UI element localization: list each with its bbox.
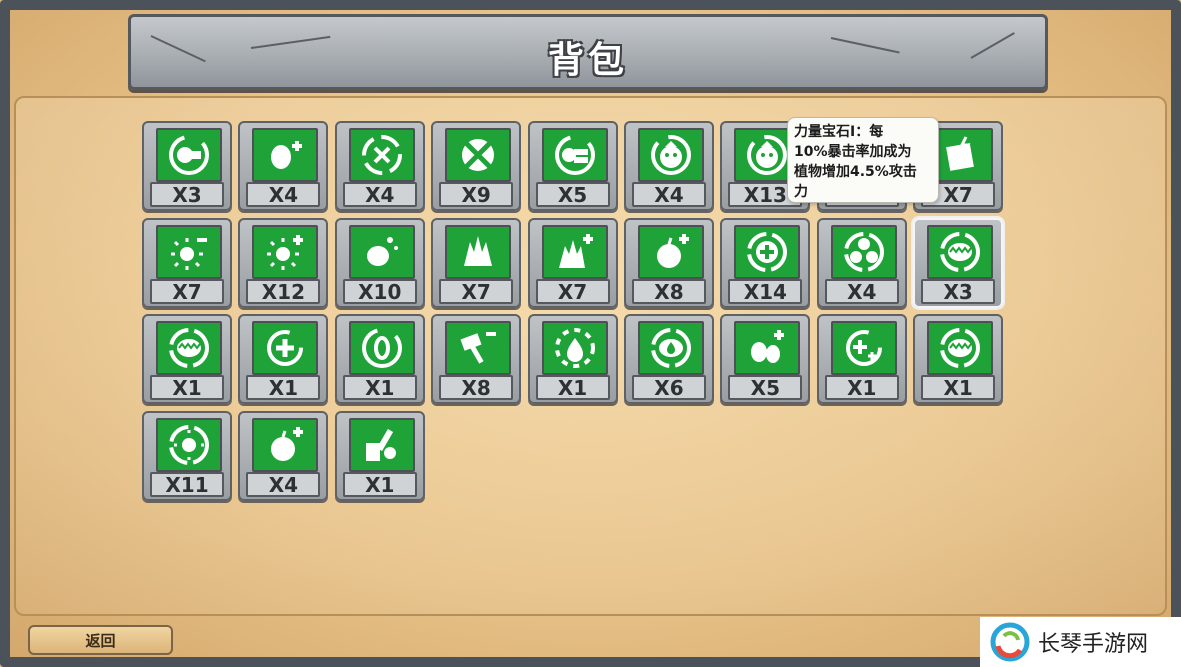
egg-plus-icon bbox=[252, 128, 319, 182]
inventory-slot[interactable]: X1 bbox=[816, 314, 907, 404]
item-count: X3 bbox=[150, 182, 224, 207]
fire-spikes-icon bbox=[445, 224, 512, 279]
inventory-slot[interactable]: X1 bbox=[334, 410, 425, 501]
item-count: X4 bbox=[631, 182, 706, 207]
tooltip-line: 植物增加4.5%攻击 bbox=[794, 164, 917, 180]
inventory-slot[interactable]: X9 bbox=[431, 121, 522, 211]
tooltip-line: 力量宝石I：每 bbox=[794, 124, 884, 140]
item-count: X10 bbox=[342, 278, 417, 304]
eggs-plus-icon bbox=[734, 321, 801, 375]
sun-minus-icon bbox=[156, 224, 222, 279]
inventory-slot[interactable]: X10 bbox=[334, 217, 425, 308]
inventory-slot[interactable]: X1 bbox=[142, 314, 232, 404]
item-count: X1 bbox=[150, 375, 224, 400]
item-count: X5 bbox=[535, 182, 610, 207]
item-count: X8 bbox=[439, 375, 514, 400]
crosshair-ring-icon bbox=[348, 128, 415, 182]
item-count: X1 bbox=[921, 375, 996, 400]
chomper-drop-icon bbox=[637, 321, 704, 375]
inventory-slot[interactable]: X3 bbox=[913, 217, 1004, 308]
inventory-slot[interactable]: X1 bbox=[913, 314, 1004, 404]
repeater-icon bbox=[541, 128, 608, 182]
watermark-text: 长琴手游网 bbox=[1038, 632, 1149, 657]
inventory-slot[interactable]: X4 bbox=[816, 217, 907, 308]
inventory-slot[interactable]: X14 bbox=[720, 217, 811, 308]
inventory-slot[interactable]: X7 bbox=[142, 217, 232, 308]
item-tooltip: 力量宝石I：每 10%暴击率加成为 植物增加4.5%攻击 力 bbox=[787, 117, 939, 203]
item-count: X1 bbox=[246, 375, 321, 400]
fire-spikes-plus-icon bbox=[541, 224, 608, 279]
inventory-slot[interactable]: X1 bbox=[238, 314, 329, 404]
inventory-slot[interactable]: X5 bbox=[720, 314, 811, 404]
sun-plus-icon bbox=[252, 224, 319, 279]
inventory-slot[interactable]: X8 bbox=[431, 314, 522, 404]
item-count: X4 bbox=[246, 471, 321, 497]
inventory-slot[interactable]: X1 bbox=[527, 314, 618, 404]
inventory-slot[interactable]: X3 bbox=[142, 121, 232, 211]
item-count: X3 bbox=[921, 278, 996, 304]
crosshair-x-icon bbox=[445, 128, 512, 182]
plant-face-icon bbox=[637, 128, 704, 182]
hammer-minus-icon bbox=[445, 321, 512, 375]
chomper-icon bbox=[927, 224, 994, 279]
item-count: X7 bbox=[535, 278, 610, 304]
inventory-slot[interactable]: X7 bbox=[431, 217, 522, 308]
back-button[interactable]: 返回 bbox=[28, 625, 173, 655]
fruit-plus-icon bbox=[252, 417, 319, 472]
tooltip-line: 10%暴击率加成为 bbox=[794, 144, 912, 160]
chomper-icon bbox=[156, 321, 222, 375]
item-count: X7 bbox=[439, 278, 514, 304]
chomper-icon bbox=[927, 321, 994, 375]
item-count: X4 bbox=[824, 278, 899, 304]
inventory-slot[interactable]: X7 bbox=[527, 217, 618, 308]
item-count: X4 bbox=[342, 182, 417, 207]
inventory-slot[interactable]: X4 bbox=[334, 121, 425, 211]
peashooter-icon bbox=[156, 128, 222, 182]
inventory-slot[interactable]: X11 bbox=[142, 410, 232, 501]
watermark-logo-icon bbox=[990, 622, 1030, 662]
item-count: X7 bbox=[150, 278, 224, 304]
tools-icon bbox=[348, 417, 415, 472]
item-count: X1 bbox=[342, 375, 417, 400]
title-banner: 背包 bbox=[128, 14, 1048, 90]
item-count: X14 bbox=[728, 278, 803, 304]
inventory-slot[interactable]: X6 bbox=[623, 314, 714, 404]
zero-ring-icon bbox=[348, 321, 415, 375]
tooltip-line: 力 bbox=[794, 184, 808, 200]
item-count: X8 bbox=[631, 278, 706, 304]
double-plus-icon bbox=[830, 321, 897, 375]
egg-sparkle-icon bbox=[348, 224, 415, 279]
page-title: 背包 bbox=[547, 40, 628, 81]
item-count: X11 bbox=[150, 471, 224, 497]
inventory-slot[interactable]: X12 bbox=[238, 217, 329, 308]
item-count: X1 bbox=[342, 471, 417, 497]
inventory-slot[interactable]: X4 bbox=[238, 410, 329, 501]
item-count: X4 bbox=[246, 182, 321, 207]
plus-refresh-icon bbox=[252, 321, 319, 375]
inventory-slot[interactable]: X4 bbox=[238, 121, 329, 211]
item-count: X1 bbox=[535, 375, 610, 400]
fruit-plus-icon bbox=[637, 224, 704, 279]
fan-icon bbox=[830, 224, 897, 279]
item-count: X12 bbox=[246, 278, 321, 304]
item-count: X9 bbox=[439, 182, 514, 207]
inventory-slot[interactable]: X8 bbox=[623, 217, 714, 308]
inventory-slot[interactable]: X5 bbox=[527, 121, 618, 211]
drop-dots-icon bbox=[541, 321, 608, 375]
inventory-slot[interactable]: X1 bbox=[334, 314, 425, 404]
item-count: X5 bbox=[728, 375, 803, 400]
heal-cross-icon bbox=[734, 224, 801, 279]
watermark: 长琴手游网 bbox=[980, 617, 1181, 667]
inventory-slot[interactable]: X4 bbox=[623, 121, 714, 211]
item-count: X1 bbox=[824, 375, 899, 400]
item-count: X6 bbox=[631, 375, 706, 400]
sun-target-icon bbox=[156, 417, 222, 472]
